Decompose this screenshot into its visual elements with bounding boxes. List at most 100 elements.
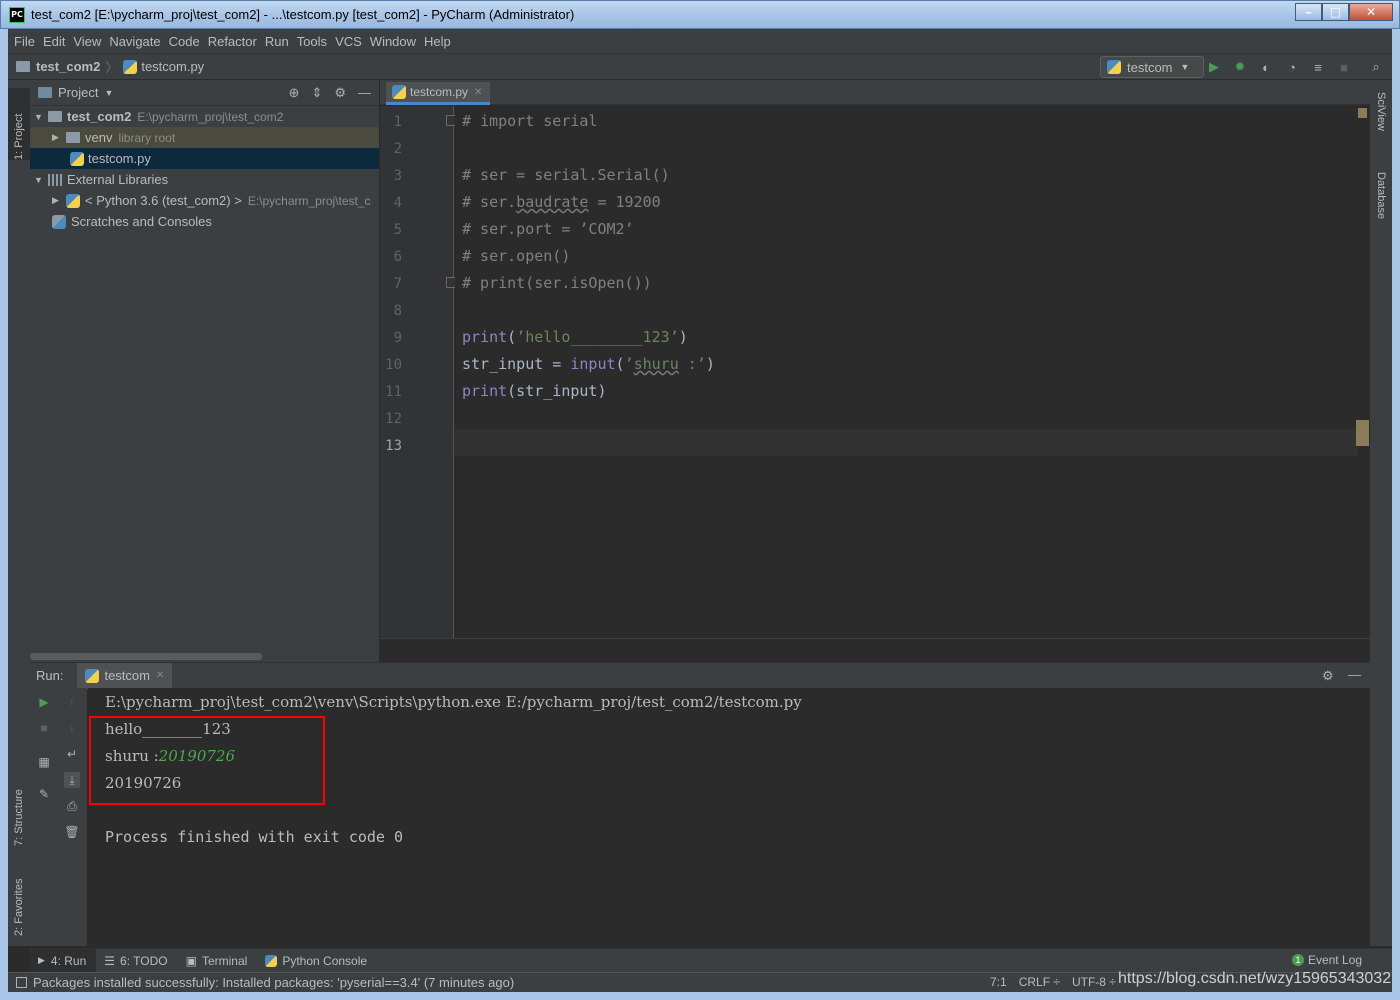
collapsed-arrow-icon[interactable]: ▶	[52, 195, 66, 206]
down-arrow-icon[interactable]: ↓	[64, 720, 80, 736]
up-arrow-icon[interactable]: ↑	[64, 694, 80, 710]
menu-vcs[interactable]: VCS	[333, 34, 368, 49]
caret-position[interactable]: 7:1	[990, 975, 1007, 989]
search-icon[interactable]: ⌕	[1368, 59, 1384, 75]
python-icon	[1107, 60, 1121, 74]
tree-item-external-libraries[interactable]: ▼ External Libraries	[30, 169, 379, 190]
scroll-thumb[interactable]	[1356, 420, 1369, 446]
run-toolbar: ▶ ↑ ■ ↓ ↵ ▦ ⤓ ✎ ⎙ 🗑	[30, 688, 87, 946]
status-message[interactable]: Packages installed successfully: Install…	[33, 975, 514, 990]
code-editor[interactable]: # import serial # ser = serial.Serial() …	[455, 106, 1358, 638]
maximize-button[interactable]: □	[1322, 3, 1349, 21]
line-number: 9	[393, 330, 402, 346]
stop-icon[interactable]: ■	[36, 720, 52, 736]
event-log-tab[interactable]: 1 Event Log	[1291, 953, 1362, 967]
window-frame-left	[0, 29, 8, 1000]
pycharm-app-icon: PC	[9, 6, 25, 23]
debug-icon[interactable]: ✹	[1232, 59, 1248, 75]
gear-icon[interactable]: ⚙	[1322, 668, 1334, 684]
menu-file[interactable]: File	[12, 34, 41, 49]
tree-item-testcom-py[interactable]: testcom.py	[30, 148, 379, 169]
menu-help[interactable]: Help	[422, 34, 457, 49]
line-number: 1	[393, 114, 402, 130]
project-panel-actions: ⊕ ⇕ ⚙ —	[289, 85, 371, 101]
tool-tab-favorites[interactable]: 2: Favorites	[8, 856, 30, 936]
menu-tools[interactable]: Tools	[295, 34, 333, 49]
toggle-tool-windows-icon[interactable]	[16, 977, 27, 988]
encoding-widget[interactable]: UTF-8 ÷	[1072, 975, 1116, 989]
breadcrumb-file[interactable]: testcom.py	[141, 59, 204, 74]
code-token-string-typo: shuru	[633, 355, 679, 373]
run-configuration-select[interactable]: testcom ▼	[1100, 56, 1204, 78]
project-view-select[interactable]: Project	[58, 85, 98, 100]
minimize-button[interactable]: –	[1295, 3, 1322, 21]
tree-item-scratches[interactable]: Scratches and Consoles	[30, 211, 379, 232]
profile-icon[interactable]: ◔	[1284, 59, 1300, 75]
console-exit-message: Process finished with exit code 0	[105, 828, 404, 846]
code-token: = 19200	[588, 193, 661, 211]
print-icon[interactable]: ⎙	[64, 798, 80, 814]
code-token: )	[678, 328, 688, 346]
line-separator-widget[interactable]: CRLF ÷	[1019, 975, 1060, 989]
event-log-label: Event Log	[1307, 953, 1362, 967]
tool-tab-python-console[interactable]: Python Console	[257, 949, 377, 973]
layout-icon[interactable]: ▦	[36, 754, 52, 770]
close-tab-icon[interactable]: ✕	[156, 670, 164, 681]
tool-tab-structure[interactable]: 7: Structure	[8, 756, 30, 846]
editor-tab-testcom-py[interactable]: testcom.py ✕	[386, 82, 490, 105]
horizontal-scrollbar[interactable]	[30, 653, 262, 660]
editor-gutter: 1 2 3 4 5 6 7 8 9 10 11 12 13	[380, 106, 457, 638]
chevron-down-icon[interactable]: ▼	[104, 88, 113, 98]
breadcrumb-project[interactable]: test_com2	[36, 59, 100, 74]
trash-icon[interactable]: 🗑	[64, 824, 80, 840]
concurrency-icon[interactable]: ≡	[1310, 59, 1326, 75]
menu-refactor[interactable]: Refactor	[206, 34, 263, 49]
run-icon[interactable]: ▶	[1206, 59, 1222, 75]
menu-window[interactable]: Window	[368, 34, 422, 49]
pin-icon[interactable]: ✎	[36, 786, 52, 802]
library-icon	[48, 173, 62, 186]
tree-item-python-sdk[interactable]: ▶ < Python 3.6 (test_com2) > E:\pycharm_…	[30, 190, 379, 211]
project-view-icon	[38, 87, 52, 98]
left-tool-strip: 1: Project 7: Structure 2: Favorites	[8, 80, 30, 946]
close-tab-icon[interactable]: ✕	[474, 87, 482, 98]
coverage-icon[interactable]: ◐	[1258, 59, 1274, 75]
collapsed-arrow-icon[interactable]: ▶	[52, 132, 66, 143]
hide-icon[interactable]: —	[358, 85, 371, 101]
close-button[interactable]: ✕	[1349, 3, 1393, 21]
menu-navigate[interactable]: Navigate	[107, 34, 166, 49]
editor-tab-label: testcom.py	[410, 85, 469, 99]
code-line-7: # print(ser.isOpen())	[462, 274, 652, 292]
expanded-arrow-icon[interactable]: ▼	[34, 175, 48, 185]
tool-tab-todo[interactable]: ☰ 6: TODO	[96, 949, 177, 973]
menu-edit[interactable]: Edit	[41, 34, 71, 49]
tool-window-tabs: ▶ 4: Run ☰ 6: TODO ▣ Terminal Python Con…	[30, 948, 1392, 973]
stop-icon[interactable]: ■	[1336, 59, 1352, 75]
tool-tab-sciview[interactable]: SciView	[1370, 92, 1392, 162]
rerun-icon[interactable]: ▶	[36, 694, 52, 710]
console-command-line: E:\pycharm_proj\test_com2\venv\Scripts\p…	[105, 693, 802, 711]
status-widgets: 7:1 CRLF ÷ UTF-8 ÷	[990, 975, 1116, 989]
soft-wrap-icon[interactable]: ↵	[64, 746, 80, 762]
menu-view[interactable]: View	[71, 34, 107, 49]
code-token: str_input =	[462, 355, 571, 373]
run-tab-testcom[interactable]: testcom ✕	[77, 662, 173, 689]
scroll-to-end-icon[interactable]: ⤓	[64, 772, 80, 788]
tool-tab-run[interactable]: ▶ 4: Run	[30, 948, 97, 973]
gear-icon[interactable]: ⚙	[334, 85, 346, 101]
tool-tab-terminal[interactable]: ▣ Terminal	[178, 949, 258, 973]
expanded-arrow-icon[interactable]: ▼	[34, 112, 48, 122]
tree-item-venv[interactable]: ▶ venv library root	[30, 127, 379, 148]
tool-tab-database[interactable]: Database	[1370, 172, 1392, 252]
locate-icon[interactable]: ⊕	[289, 85, 300, 101]
python-icon	[66, 193, 80, 208]
menu-run[interactable]: Run	[263, 34, 295, 49]
tool-tab-project[interactable]: 1: Project	[8, 88, 30, 160]
menu-code[interactable]: Code	[167, 34, 206, 49]
collapse-all-icon[interactable]: ⇕	[311, 85, 322, 101]
tool-tab-run-label: 4: Run	[50, 953, 87, 968]
hide-icon[interactable]: —	[1348, 667, 1361, 682]
scratches-icon	[52, 214, 66, 229]
inspection-marker[interactable]	[1358, 108, 1367, 118]
tree-item-project-root[interactable]: ▼ test_com2 E:\pycharm_proj\test_com2	[30, 106, 379, 127]
